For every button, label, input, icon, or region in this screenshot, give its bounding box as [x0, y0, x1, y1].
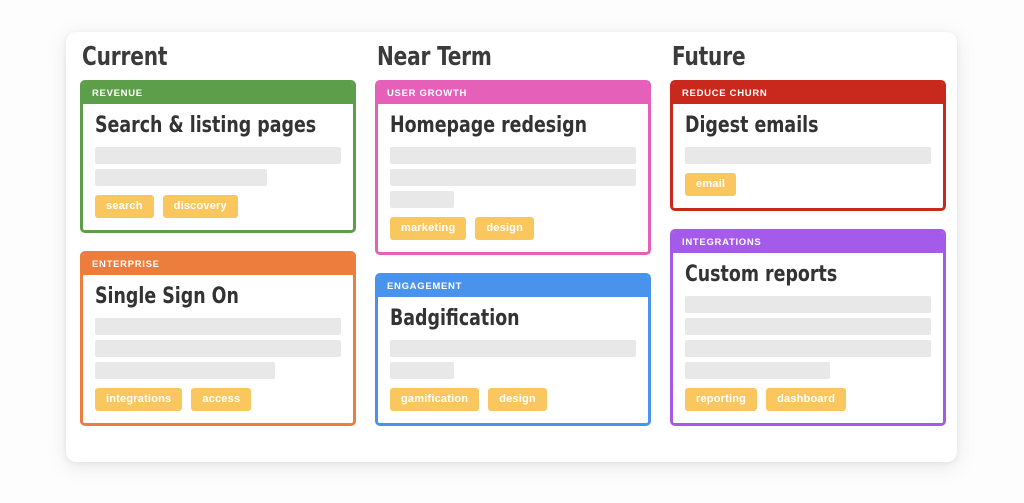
card-body: Digest emails email	[673, 104, 943, 208]
card-tag[interactable]: gamification	[390, 388, 480, 411]
card-tag[interactable]: design	[488, 388, 547, 411]
skeleton-bar	[390, 147, 636, 164]
card-description-placeholder	[685, 296, 931, 379]
skeleton-bar	[685, 318, 931, 335]
card-description-placeholder	[95, 147, 341, 186]
board-card[interactable]: REDUCE CHURN Digest emails email	[670, 80, 946, 211]
card-body: Badgification gamification design	[378, 297, 648, 423]
skeleton-bar	[95, 362, 275, 379]
card-category-label: ENGAGEMENT	[378, 276, 648, 297]
board-card[interactable]: USER GROWTH Homepage redesign marketing des…	[375, 80, 651, 255]
card-body: Homepage redesign marketing design	[378, 104, 648, 252]
card-title: Digest emails	[685, 113, 819, 138]
skeleton-bar	[95, 340, 341, 357]
card-body: Single Sign On integrations access	[83, 275, 353, 423]
card-category-label: REVENUE	[83, 83, 353, 104]
card-tag[interactable]: dashboard	[766, 388, 847, 411]
skeleton-bar	[685, 340, 931, 357]
board-columns: Current REVENUE Search & listing pages sear…	[80, 42, 946, 452]
card-category-label: USER GROWTH	[378, 83, 648, 104]
card-category-label: ENTERPRISE	[83, 254, 353, 275]
card-title: Custom reports	[685, 262, 838, 287]
card-description-placeholder	[685, 147, 931, 164]
skeleton-bar	[95, 169, 268, 186]
skeleton-bar	[390, 362, 454, 379]
skeleton-bar	[390, 340, 636, 357]
column-title: Near Term	[377, 42, 492, 72]
card-body: Custom reports reporting dashboard	[673, 253, 943, 423]
card-tag[interactable]: design	[475, 217, 535, 240]
board-card[interactable]: ENTERPRISE Single Sign On integrations acce…	[80, 251, 356, 426]
skeleton-bar	[95, 147, 341, 164]
card-tag[interactable]: access	[191, 388, 252, 411]
board-card[interactable]: INTEGRATIONS Custom reports reporting dashb…	[670, 229, 946, 426]
card-title: Single Sign On	[95, 284, 239, 309]
skeleton-bar	[390, 169, 636, 186]
skeleton-bar	[685, 296, 931, 313]
card-category-label: REDUCE CHURN	[673, 83, 943, 104]
skeleton-bar	[685, 147, 931, 164]
card-tag[interactable]: discovery	[162, 195, 238, 218]
card-title: Homepage redesign	[390, 113, 587, 138]
skeleton-bar	[390, 191, 454, 208]
card-tag-row: email	[685, 173, 931, 196]
card-tag-row: gamification design	[390, 388, 636, 411]
card-title: Badgification	[390, 306, 520, 331]
card-tag[interactable]: email	[685, 173, 737, 196]
card-category-label: INTEGRATIONS	[673, 232, 943, 253]
skeleton-bar	[685, 362, 831, 379]
card-tag[interactable]: integrations	[95, 388, 183, 411]
board-column: Current REVENUE Search & listing pages sear…	[80, 42, 356, 452]
card-tag[interactable]: search	[95, 195, 154, 218]
card-tag[interactable]: reporting	[685, 388, 758, 411]
card-tag-row: reporting dashboard	[685, 388, 931, 411]
board-column: Future REDUCE CHURN Digest emails email INTE…	[670, 42, 946, 452]
column-title: Future	[672, 42, 746, 72]
column-title: Current	[82, 42, 168, 72]
skeleton-bar	[95, 318, 341, 335]
card-title: Search & listing pages	[95, 113, 317, 138]
card-description-placeholder	[95, 318, 341, 379]
card-tag-row: integrations access	[95, 388, 341, 411]
card-tag[interactable]: marketing	[390, 217, 467, 240]
board-column: Near Term USER GROWTH Homepage redesign mar…	[375, 42, 651, 452]
board-card[interactable]: REVENUE Search & listing pages search disco…	[80, 80, 356, 233]
card-tag-row: search discovery	[95, 195, 341, 218]
card-tag-row: marketing design	[390, 217, 636, 240]
board-card[interactable]: ENGAGEMENT Badgification gamification desig…	[375, 273, 651, 426]
board-panel: Current REVENUE Search & listing pages sear…	[66, 32, 957, 462]
card-body: Search & listing pages search discovery	[83, 104, 353, 230]
card-description-placeholder	[390, 147, 636, 208]
card-description-placeholder	[390, 340, 636, 379]
